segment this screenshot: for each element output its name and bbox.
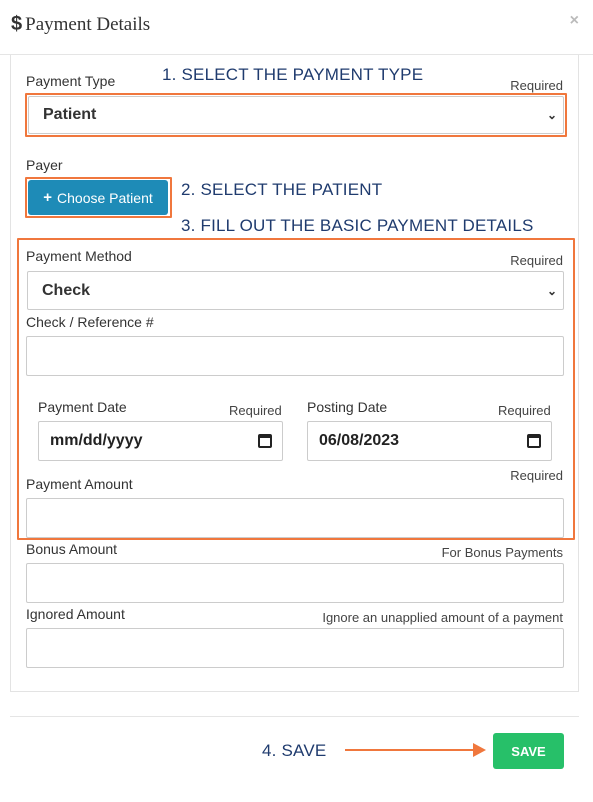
annotation-step-2: 2. SELECT THE PATIENT <box>181 180 383 199</box>
footer-divider <box>10 716 579 717</box>
bonus-amount-input[interactable] <box>26 563 564 603</box>
save-button[interactable]: SAVE <box>493 733 564 769</box>
payer-label: Payer <box>26 157 63 173</box>
annotation-arrow-head <box>473 743 486 757</box>
ignored-amount-label: Ignored Amount <box>26 606 125 622</box>
bonus-amount-label: Bonus Amount <box>26 541 118 557</box>
annotation-box-payment-details <box>17 238 575 540</box>
annotation-arrow-line <box>345 749 475 751</box>
annotation-step-3: 3. FILL OUT THE BASIC PAYMENT DETAILS <box>181 216 534 235</box>
ignored-amount-hint: Ignore an unapplied amount of a payment <box>322 610 563 625</box>
modal-header: $ Payment Details × <box>0 0 593 55</box>
annotation-box-payment-type <box>25 93 567 137</box>
annotation-box-choose-patient <box>25 177 172 218</box>
annotation-step-1: 1. SELECT THE PAYMENT TYPE <box>162 65 424 84</box>
bonus-amount-hint: For Bonus Payments <box>441 545 563 560</box>
annotation-step-4: 4. SAVE <box>262 741 327 760</box>
close-button[interactable]: × <box>570 12 579 30</box>
modal-title: $ Payment Details <box>11 13 150 36</box>
modal-title-text: Payment Details <box>25 13 151 35</box>
ignored-amount-input[interactable] <box>26 628 564 668</box>
dollar-icon: $ <box>11 13 23 35</box>
payment-type-label: Payment Type <box>26 73 116 89</box>
payment-type-required: Required <box>510 78 563 93</box>
